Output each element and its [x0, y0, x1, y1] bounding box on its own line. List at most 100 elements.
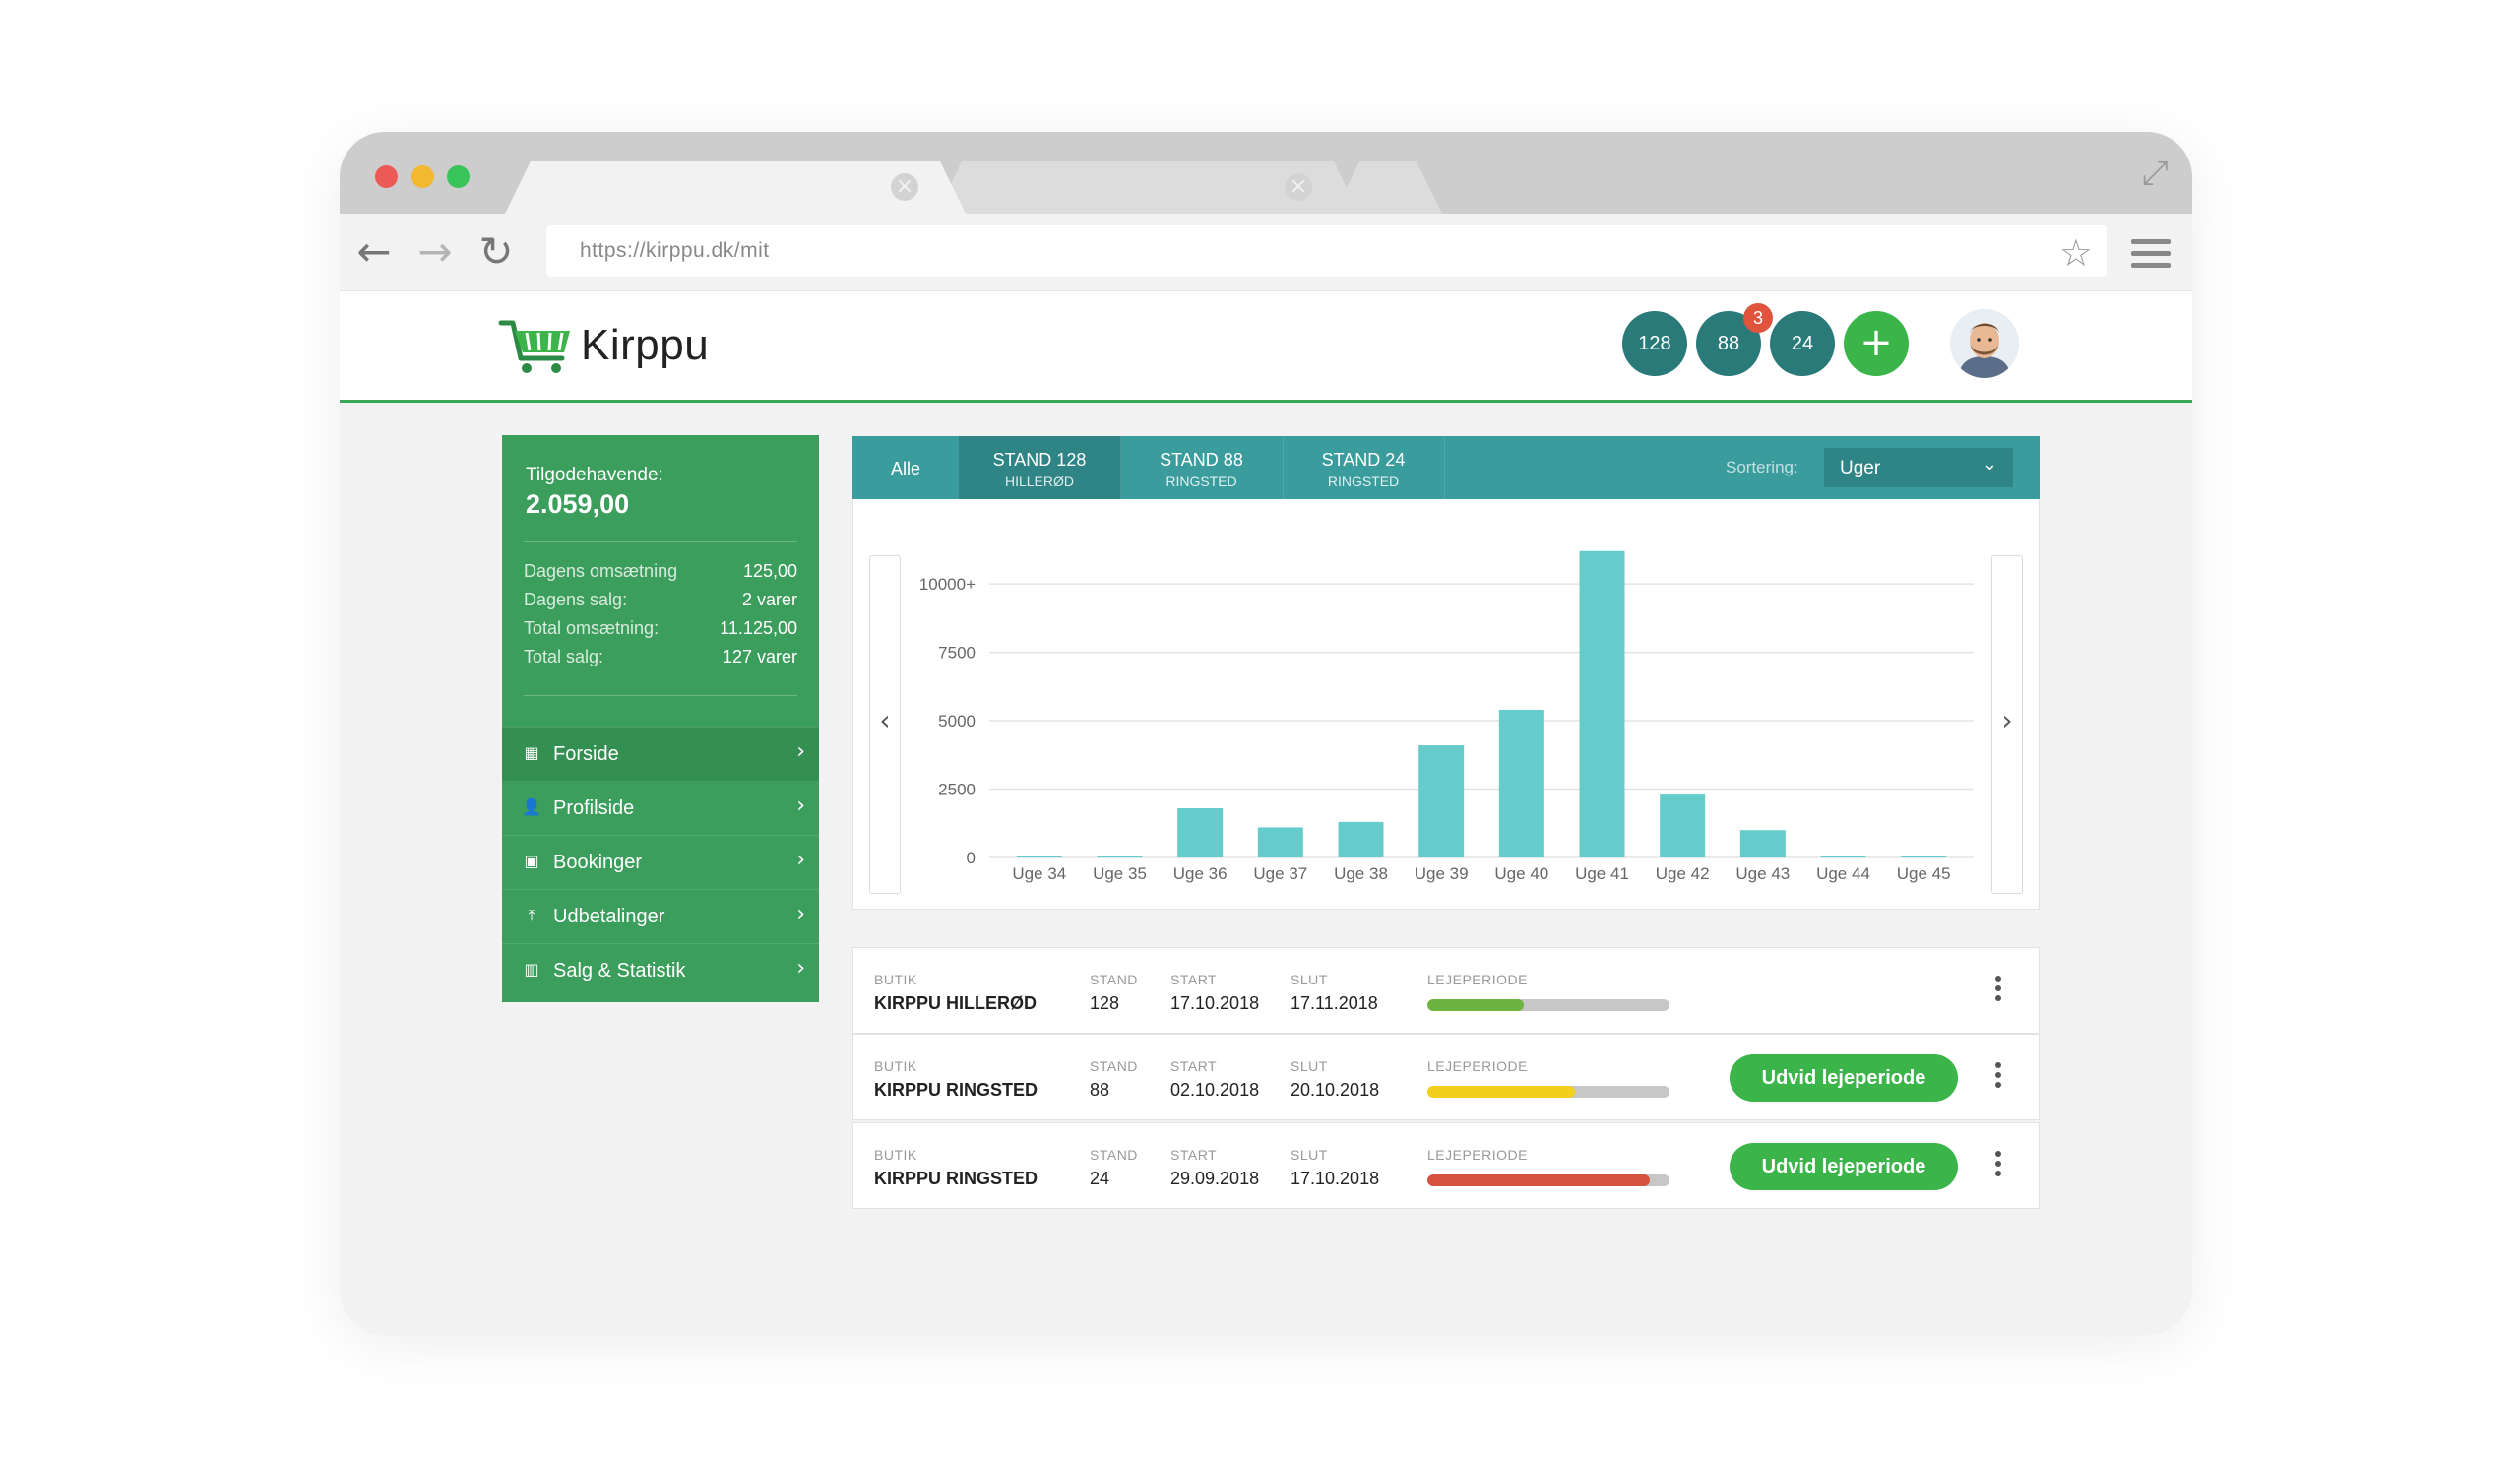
col-label: BUTIK [874, 972, 917, 987]
shop-value: KIRPPU HILLERØD [874, 993, 1038, 1013]
browser-toolbar: ← → ↻ https://kirppu.dk/mit ☆ [340, 214, 2192, 291]
window-close-dot[interactable] [375, 165, 398, 188]
sidebar-item-profilside[interactable]: 👤 Profilside › [502, 781, 819, 836]
forward-icon[interactable]: → [410, 227, 460, 277]
stat-row: Total salg: 127 varer [524, 647, 797, 667]
bar [1016, 856, 1062, 857]
progress-fill [1427, 1086, 1576, 1098]
tab-stand-24[interactable]: STAND 24 RINGSTED [1283, 436, 1445, 499]
booking-row: BUTIK KIRPPU HILLERØD STAND 128 START 17.10… [852, 947, 2040, 1034]
x-tick-label: Uge 43 [1735, 864, 1790, 883]
chevron-right-icon: › [2001, 704, 2013, 736]
extend-rental-button[interactable]: Udvid lejeperiode [1730, 1054, 1958, 1102]
col-label: STAND [1090, 1058, 1138, 1074]
sidebar-item-salg-statistik[interactable]: ▥ Salg & Statistik › [502, 943, 819, 998]
site-header: Kirppu 128 88 3 24 + [340, 291, 2192, 403]
bar [1257, 827, 1303, 857]
cart-logo-icon[interactable] [497, 315, 576, 376]
stat-row: Total omsætning: 11.125,00 [524, 618, 797, 639]
chart-prev-button[interactable]: ‹ [869, 555, 901, 894]
user-avatar[interactable] [1950, 309, 2019, 378]
chevron-right-icon: › [796, 902, 805, 926]
shop-value: KIRPPU RINGSTED [874, 1169, 1039, 1188]
tab-stand-88[interactable]: STAND 88 RINGSTED [1120, 436, 1284, 499]
user-icon: 👤 [522, 797, 541, 816]
stand-24-badge[interactable]: 24 [1770, 311, 1835, 376]
weekly-sales-chart: 0 2500 5000 7500 10000+ Uge 34 Uge 35 Uge 36 Uge… [919, 550, 1974, 883]
tab-sublabel: RINGSTED [1327, 474, 1400, 489]
shop-cell: BUTIK KIRPPU RINGSTED [874, 1058, 1038, 1101]
chevron-right-icon: › [796, 956, 805, 981]
y-tick-label: 2500 [938, 781, 976, 799]
more-options-icon[interactable] [1993, 1062, 2003, 1092]
browser-tab-active[interactable]: × [505, 161, 966, 214]
x-tick-label: Uge 36 [1173, 864, 1228, 883]
col-label: STAND [1090, 1147, 1138, 1163]
x-tick-label: Uge 42 [1656, 864, 1710, 883]
stand-128-badge[interactable]: 128 [1622, 311, 1687, 376]
add-button[interactable]: + [1844, 311, 1909, 376]
sidebar-item-bookinger[interactable]: ▣ Bookinger › [502, 835, 819, 890]
bar [1660, 794, 1706, 857]
shop-value: KIRPPU RINGSTED [874, 1080, 1039, 1100]
col-label: START [1170, 972, 1218, 987]
upload-icon: ⤒ [528, 906, 536, 924]
col-label: BUTIK [874, 1147, 917, 1163]
col-label: SLUT [1291, 1147, 1328, 1163]
sort-value: Uger [1840, 458, 1881, 478]
tab-alle[interactable]: Alle [852, 436, 960, 499]
sidebar-item-udbetalinger[interactable]: ⤒ Udbetalinger › [502, 889, 819, 944]
bar [1097, 856, 1143, 857]
rental-period-progress [1427, 1174, 1670, 1186]
extend-rental-button[interactable]: Udvid lejeperiode [1730, 1143, 1958, 1190]
tab-sublabel: HILLERØD [1004, 474, 1075, 489]
browser-menu-icon[interactable] [2131, 239, 2171, 275]
col-label: LEJEPERIODE [1427, 1058, 1528, 1074]
bookmark-star-icon[interactable]: ☆ [2059, 231, 2093, 275]
stat-value: 127 varer [722, 647, 797, 666]
sort-select[interactable]: Uger ⌄ [1824, 448, 2013, 487]
chart-next-button[interactable]: › [1991, 555, 2023, 894]
stand-cell: STAND 24 [1090, 1147, 1138, 1189]
col-label: LEJEPERIODE [1427, 1147, 1528, 1163]
chevron-right-icon: › [796, 739, 805, 764]
stand-cell: STAND 88 [1090, 1058, 1138, 1101]
window-maximize-dot[interactable] [447, 165, 470, 188]
stand-88-label: 88 [1717, 333, 1740, 354]
chevron-down-icon: ⌄ [1982, 454, 1997, 475]
browser-window: × × ⤢ ← → ↻ https://kirppu.dk/mit ☆ Kirp… [340, 132, 2192, 1335]
stat-value: 2 varer [741, 590, 797, 609]
stat-label: Total omsætning: [524, 618, 660, 638]
back-icon[interactable]: ← [349, 227, 399, 277]
tab-stand-128[interactable]: STAND 128 HILLERØD [959, 436, 1121, 507]
address-bar[interactable]: https://kirppu.dk/mit ☆ [546, 225, 2107, 277]
browser-tab-3[interactable] [1334, 161, 1442, 214]
expand-icon[interactable]: ⤢ [2142, 154, 2169, 193]
progress-fill [1427, 1174, 1651, 1186]
x-tick-label: Uge 38 [1334, 864, 1388, 883]
y-tick-label: 10000+ [919, 575, 976, 594]
tab-close-icon[interactable]: × [891, 173, 918, 201]
tab-close-icon[interactable]: × [1285, 173, 1312, 201]
bar [1739, 830, 1786, 857]
col-label: SLUT [1291, 972, 1328, 987]
bar [1498, 709, 1544, 857]
sidebar: Tilgodehavende: 2.059,00 Dagens omsætnin… [502, 435, 819, 1002]
tab-label: STAND 88 [1160, 450, 1243, 470]
reload-icon[interactable]: ↻ [472, 227, 521, 277]
logo-text[interactable]: Kirppu [581, 321, 709, 370]
sidebar-item-forside[interactable]: ▦ Forside › [502, 727, 819, 782]
more-options-icon[interactable] [1993, 976, 2003, 1005]
bar [1820, 856, 1866, 857]
col-label: START [1170, 1058, 1218, 1074]
browser-tab-2[interactable]: × [936, 161, 1359, 214]
divider [524, 541, 797, 542]
more-options-icon[interactable] [1993, 1151, 2003, 1180]
tab-label: STAND 128 [992, 450, 1087, 470]
page: Kirppu 128 88 3 24 + Tilgodehavende: 2.0… [340, 291, 2192, 1335]
divider [524, 695, 797, 696]
calendar-icon: ▣ [524, 852, 539, 870]
start-value: 29.09.2018 [1170, 1169, 1260, 1188]
sidebar-item-label: Bookinger [553, 852, 643, 873]
window-minimize-dot[interactable] [411, 165, 434, 188]
